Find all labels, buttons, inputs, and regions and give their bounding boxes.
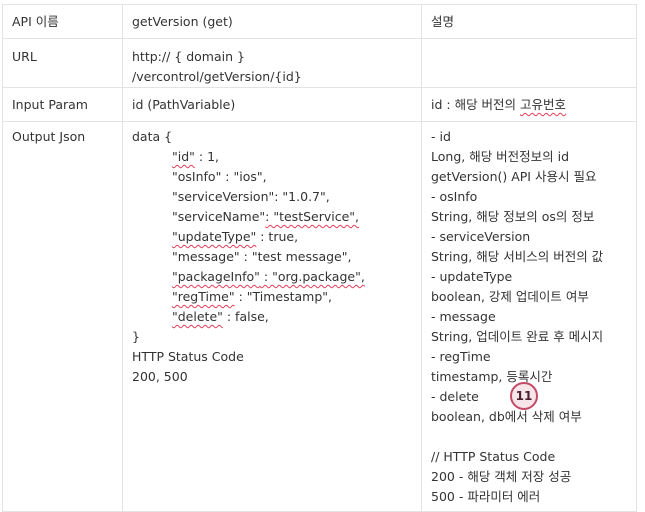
code-field-key: "serviceName" [172,209,266,224]
code-field-line: "serviceName": "testService", [132,207,412,227]
description-line: // HTTP Status Code [431,449,556,464]
input-value-cell: id (PathVariable) [122,87,422,122]
output-description-list: - id Long, 해당 버전정보의 id getVersion() API 사용… [431,127,627,507]
code-field-key: "osInfo" [172,169,222,184]
code-field-key: "regTime" [172,289,235,304]
description-line: String, 해당 정보의 os의 정보 [431,209,595,224]
code-field-value: : true, [256,229,299,244]
header-api-value-cell: getVersion (get) [122,4,422,39]
description-line: - serviceVersion [431,229,531,244]
code-field-line: "delete" : false, [132,307,412,327]
code-field-line: "serviceVersion": "1.0.7", [132,187,412,207]
output-description-cell: - id Long, 해당 버전정보의 id getVersion() API 사용… [421,121,637,512]
url-value-cell: http:// { domain } /vercontrol/getVersio… [122,38,422,88]
description-line: Long, 해당 버전정보의 id [431,149,570,164]
status-code-title: HTTP Status Code [132,349,244,364]
code-field-value: : "ios", [221,169,267,184]
header-api-name-cell: API 이름 [2,4,123,39]
description-line: - message [431,309,496,324]
description-line: 500 - 파라미터 에러 [431,489,541,504]
output-code-cell: data { "id" : 1, "osInfo" : "ios", "servic… [122,121,422,512]
code-field-value: : 1, [194,149,220,164]
code-field-line: "osInfo" : "ios", [132,167,412,187]
input-description-cell: id : 해당 버전의 고유번호 [421,87,637,122]
code-field-value: : "1.0.7", [274,189,330,204]
description-line: 200 - 해당 객체 저장 성공 [431,469,572,484]
code-field-line: "updateType" : true, [132,227,412,247]
code-field-value: : "test message", [239,249,352,264]
code-field-line: "packageInfo" : "org.package", [132,267,412,287]
code-field-key: "updateType" [172,229,257,244]
description-line: - osInfo [431,189,478,204]
code-field-value: : "Timestamp", [234,289,332,304]
output-label-cell: Output Json [2,121,123,512]
description-line: String, 해당 서비스의 버전의 값 [431,249,604,264]
api-spec-table: API 이름 getVersion (get) 설명 URL http:// {… [2,4,637,512]
url-label-cell: URL [2,38,123,88]
code-field-key: "delete" [172,309,223,324]
code-field-value: : "org.package", [259,269,365,284]
code-fields-list: "id" : 1, "osInfo" : "ios", "serviceVersio… [132,147,412,327]
code-open-line: data { [132,129,173,144]
table-row-output-json: Output Json data { "id" : 1, "osInfo" : "… [2,121,637,512]
code-close-line: } [132,329,140,344]
code-field-line: "regTime" : "Timestamp", [132,287,412,307]
code-field-value: : "testService", [265,209,360,224]
input-label-cell: Input Param [2,87,123,122]
description-line: - regTime [431,349,491,364]
status-code-values: 200, 500 [132,369,188,384]
code-field-key: "message" [172,249,240,264]
code-field-line: "id" : 1, [132,147,412,167]
table-row-input-param: Input Param id (PathVariable) id : 해당 버전… [2,87,637,122]
code-field-key: "packageInfo" [172,269,260,284]
description-line: String, 업데이트 완료 후 메시지 [431,329,604,344]
description-line: boolean, 강제 업데이트 여부 [431,289,589,304]
url-description-cell [421,38,637,88]
code-field-value: : false, [222,309,269,324]
input-description-underlined-text: 고유번호 [520,97,567,112]
description-line: boolean, db에서 삭제 여부 [431,409,582,424]
notification-count-badge[interactable]: 11 [510,382,538,410]
header-description-cell: 설명 [421,4,637,39]
input-description-text: id : 해당 버전의 [431,97,521,112]
code-field-key: "serviceVersion" [172,189,275,204]
description-line: - updateType [431,269,513,284]
code-field-line: "message" : "test message", [132,247,412,267]
description-line: - id [431,129,451,144]
table-row-url: URL http:// { domain } /vercontrol/getVe… [2,38,637,88]
description-line [431,427,627,447]
code-field-key: "id" [172,149,195,164]
description-line: getVersion() API 사용시 필요 [431,169,597,184]
table-header-row: API 이름 getVersion (get) 설명 [2,4,637,39]
